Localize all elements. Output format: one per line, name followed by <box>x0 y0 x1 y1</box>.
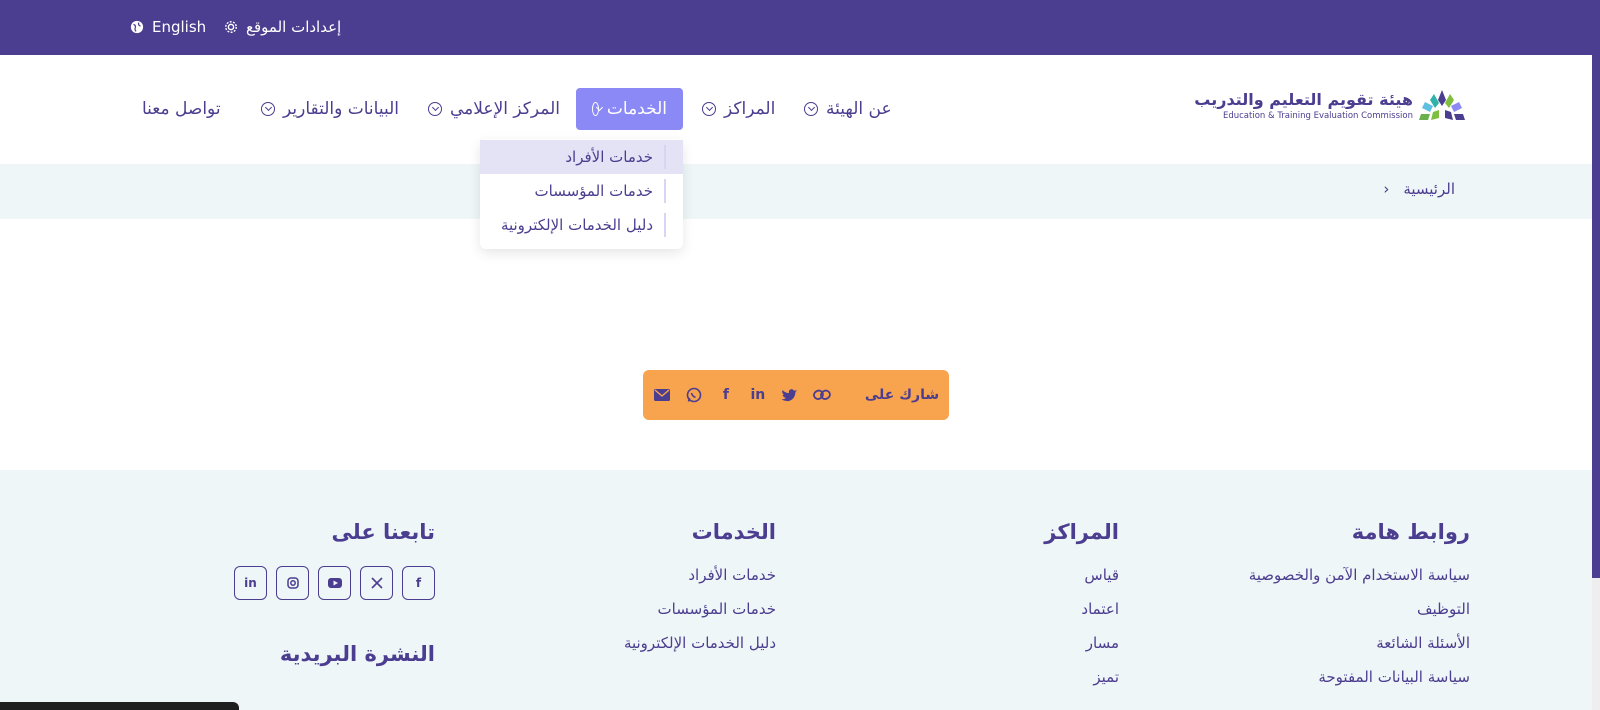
scrollbar-thumb[interactable] <box>1592 0 1600 578</box>
gear-icon <box>225 21 237 33</box>
facebook-share-button[interactable]: f <box>717 386 735 404</box>
footer-link-masar[interactable]: مسار <box>1044 634 1119 668</box>
email-share-button[interactable] <box>653 386 671 404</box>
footer-link-qiyas[interactable]: قياس <box>1044 566 1119 600</box>
chevron-down-icon <box>261 102 275 116</box>
status-tooltip <box>0 702 239 710</box>
facebook-social-button[interactable]: f <box>402 566 435 600</box>
nav-about[interactable]: عن الهيئة <box>788 88 908 130</box>
services-dropdown-menu: خدمات الأفراد خدمات المؤسسات دليل الخدما… <box>480 139 683 249</box>
linkedin-icon: in <box>750 387 766 403</box>
instagram-icon <box>286 577 299 589</box>
footer-services: الخدمات خدمات الأفراد خدمات المؤسسات دلي… <box>624 520 776 668</box>
logo-english-text: Education & Training Evaluation Commissi… <box>1222 111 1413 121</box>
chevron-down-icon <box>702 102 716 116</box>
link-icon <box>812 389 831 400</box>
twitter-bird-icon <box>781 389 798 402</box>
nav-services-label: الخدمات <box>606 99 667 119</box>
linkedin-social-button[interactable]: in <box>234 566 267 600</box>
footer-link-eservices-guide[interactable]: دليل الخدمات الإلكترونية <box>624 634 776 668</box>
site-logo[interactable]: هيئة تقويم التعليم والتدريب Education & … <box>1194 88 1469 128</box>
footer-centers: المراكز قياس اعتماد مسار تميز <box>1044 520 1119 702</box>
share-bar: f in شارك على <box>643 370 949 420</box>
dropdown-item-institutions[interactable]: خدمات المؤسسات <box>480 174 683 208</box>
whatsapp-icon <box>686 387 702 403</box>
youtube-icon <box>327 578 342 588</box>
site-settings-button[interactable]: إعدادات الموقع <box>224 16 341 38</box>
nav-services[interactable]: الخدمات <box>576 88 683 130</box>
nav-media-center[interactable]: المركز الإعلامي <box>412 88 576 130</box>
footer-follow-us: تابعنا على in f النشرة البريدية <box>234 520 435 666</box>
facebook-icon: f <box>415 576 422 590</box>
site-footer: روابط هامة سياسة الاستخدام الآمن والخصوص… <box>0 470 1592 710</box>
newsletter-title: النشرة البريدية <box>279 642 435 666</box>
footer-link-open-data[interactable]: سياسة البيانات المفتوحة <box>1249 668 1470 702</box>
nav-media-label: المركز الإعلامي <box>450 99 560 119</box>
nav-data-reports[interactable]: البيانات والتقارير <box>245 88 415 130</box>
youtube-social-button[interactable] <box>318 566 351 600</box>
linkedin-icon: in <box>244 576 257 590</box>
twitter-share-button[interactable] <box>781 386 799 404</box>
footer-important-links: روابط هامة سياسة الاستخدام الآمن والخصوص… <box>1249 520 1470 702</box>
whatsapp-share-button[interactable] <box>685 386 703 404</box>
main-header: هيئة تقويم التعليم والتدريب Education & … <box>0 55 1592 164</box>
nav-data-label: البيانات والتقارير <box>283 99 400 119</box>
language-switch[interactable]: English <box>130 16 206 38</box>
footer-link-individuals[interactable]: خدمات الأفراد <box>624 566 776 600</box>
footer-link-faq[interactable]: الأسئلة الشائعة <box>1249 634 1470 668</box>
footer-link-careers[interactable]: التوظيف <box>1249 600 1470 634</box>
chevron-down-icon <box>428 102 442 116</box>
footer-services-title: الخدمات <box>691 520 776 544</box>
nav-centers-label: المراكز <box>724 99 776 119</box>
breadcrumb-separator: › <box>1383 180 1390 198</box>
x-social-button[interactable] <box>360 566 393 600</box>
chevron-down-icon <box>592 102 599 116</box>
email-icon <box>653 389 670 401</box>
nav-about-label: عن الهيئة <box>826 99 892 119</box>
linkedin-share-button[interactable]: in <box>749 386 767 404</box>
copy-link-button[interactable] <box>812 386 831 404</box>
top-bar: إعدادات الموقع English <box>0 0 1592 55</box>
dropdown-item-individuals[interactable]: خدمات الأفراد <box>480 140 683 174</box>
social-links: in f <box>234 566 435 600</box>
site-settings-label: إعدادات الموقع <box>246 18 342 36</box>
page-scrollbar[interactable] <box>1592 0 1600 710</box>
nav-contact-label: تواصل معنا <box>142 99 221 119</box>
language-label: English <box>152 18 207 36</box>
footer-link-etimad[interactable]: اعتماد <box>1044 600 1119 634</box>
footer-link-institutions[interactable]: خدمات المؤسسات <box>624 600 776 634</box>
footer-follow-title: تابعنا على <box>331 520 435 544</box>
footer-links-title: روابط هامة <box>1351 520 1470 544</box>
x-icon <box>370 577 383 589</box>
chevron-down-icon <box>804 102 818 116</box>
dropdown-item-eservices-guide[interactable]: دليل الخدمات الإلكترونية <box>480 208 683 242</box>
footer-centers-title: المراكز <box>1044 520 1119 544</box>
nav-centers[interactable]: المراكز <box>686 88 791 130</box>
globe-icon <box>130 20 144 34</box>
facebook-icon: f <box>722 387 729 403</box>
logo-arabic-text: هيئة تقويم التعليم والتدريب <box>1194 90 1413 109</box>
instagram-social-button[interactable] <box>276 566 309 600</box>
breadcrumb-home-link[interactable]: الرئيسية <box>1403 180 1455 198</box>
breadcrumb: › الرئيسية <box>0 164 1592 219</box>
logo-mark-icon <box>1419 90 1465 120</box>
share-label: شارك على <box>864 387 940 403</box>
footer-link-tamayoz[interactable]: تميز <box>1044 668 1119 702</box>
nav-contact[interactable]: تواصل معنا <box>126 88 237 130</box>
footer-link-privacy[interactable]: سياسة الاستخدام الآمن والخصوصية <box>1249 566 1470 600</box>
